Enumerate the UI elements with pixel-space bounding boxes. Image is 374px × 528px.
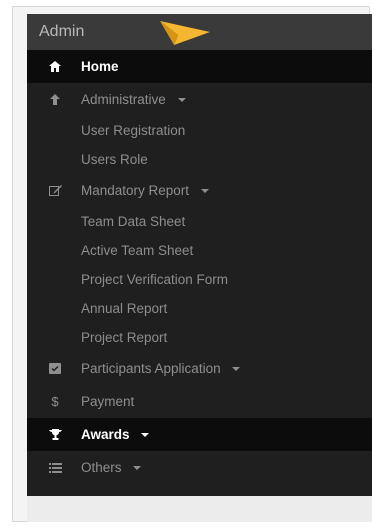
sidebar-nav: Home Administrative User Registration Us…	[27, 50, 372, 484]
sidebar-item-label: Awards	[81, 427, 130, 442]
sidebar-item-participants-application[interactable]: Participants Application	[27, 352, 372, 385]
sidebar-footer-space	[27, 496, 372, 522]
admin-sidebar: Admin Home Administrative User Registrat…	[27, 14, 372, 496]
submenu-item-label: Annual Report	[81, 301, 168, 316]
chevron-down-icon	[200, 189, 209, 194]
edit-icon	[45, 174, 65, 207]
check-square-icon	[45, 352, 65, 385]
chevron-down-icon	[141, 433, 150, 438]
chevron-down-icon	[232, 367, 241, 372]
submenu-item-user-registration[interactable]: User Registration	[27, 116, 372, 145]
submenu-item-label: Project Report	[81, 330, 168, 345]
submenu-item-active-team-sheet[interactable]: Active Team Sheet	[27, 236, 372, 265]
sidebar-item-label: Home	[81, 59, 119, 74]
pointer-arrow-icon	[160, 21, 210, 45]
submenu-item-project-report[interactable]: Project Report	[27, 323, 372, 352]
sidebar-item-label: Administrative	[81, 92, 166, 107]
home-icon	[45, 50, 65, 83]
chevron-down-icon	[133, 466, 142, 471]
list-icon	[45, 451, 65, 484]
submenu-item-project-verification-form[interactable]: Project Verification Form	[27, 265, 372, 294]
sidebar-header: Admin	[27, 14, 372, 50]
sidebar-item-others[interactable]: Others	[27, 451, 372, 484]
submenu-item-label: Users Role	[81, 152, 148, 167]
sidebar-title: Admin	[39, 23, 85, 40]
submenu-item-label: Project Verification Form	[81, 272, 229, 287]
sidebar-item-label: Participants Application	[81, 361, 221, 376]
sidebar-item-payment[interactable]: $ Payment	[27, 385, 372, 418]
dollar-icon: $	[51, 394, 59, 409]
submenu-item-team-data-sheet[interactable]: Team Data Sheet	[27, 207, 372, 236]
sidebar-item-label: Mandatory Report	[81, 183, 190, 198]
submenu-item-label: User Registration	[81, 123, 186, 138]
sidebar-item-home[interactable]: Home	[27, 50, 372, 83]
submenu-item-users-role[interactable]: Users Role	[27, 145, 372, 174]
sidebar-item-administrative[interactable]: Administrative	[27, 83, 372, 116]
submenu-item-annual-report[interactable]: Annual Report	[27, 294, 372, 323]
submenu-item-label: Team Data Sheet	[81, 214, 186, 229]
sidebar-item-mandatory-report[interactable]: Mandatory Report	[27, 174, 372, 207]
submenu-item-label: Active Team Sheet	[81, 243, 194, 258]
upload-arrow-icon	[45, 83, 65, 116]
sidebar-item-label: Payment	[81, 394, 135, 409]
sidebar-item-awards[interactable]: Awards	[27, 418, 372, 451]
sidebar-item-label: Others	[81, 460, 122, 475]
trophy-icon	[45, 418, 65, 451]
chevron-down-icon	[177, 98, 186, 103]
